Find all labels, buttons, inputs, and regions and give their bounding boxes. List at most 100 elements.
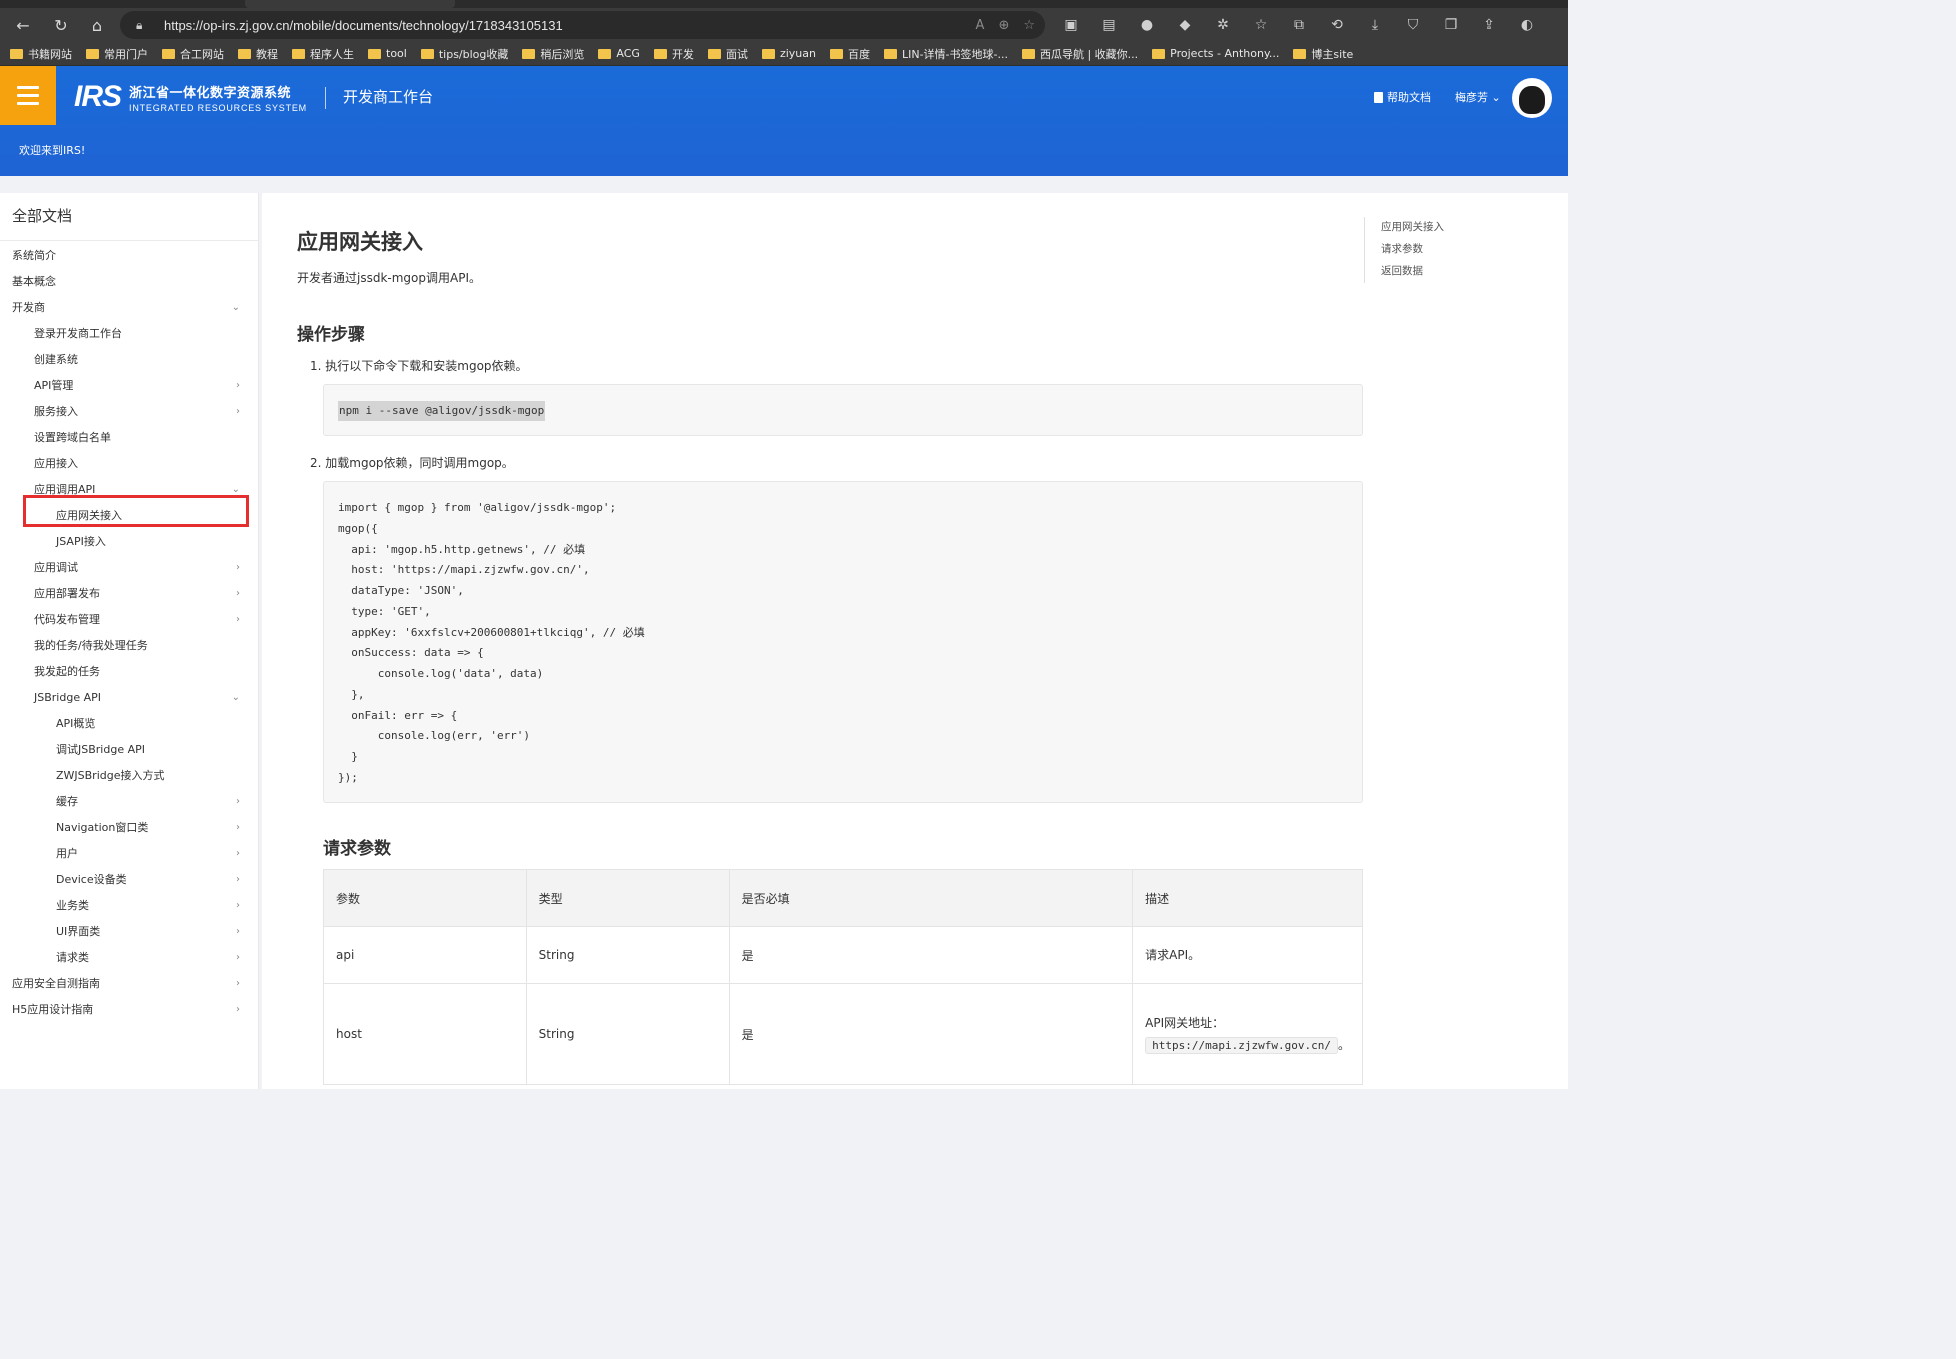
user-name: 梅彦芳 <box>1455 91 1488 104</box>
refresh-icon[interactable]: ↻ <box>46 10 76 40</box>
bookmark-item[interactable]: 稍后浏览 <box>522 46 584 62</box>
share-icon[interactable]: ⇪ <box>1476 17 1502 33</box>
code-line: } <box>338 750 358 763</box>
usage-code-block[interactable]: import { mgop } from '@aligov/jssdk-mgop… <box>323 481 1363 803</box>
sidebar-item[interactable]: 调试JSBridge API <box>0 737 258 763</box>
sidebar-item-label: 开发商 <box>12 301 45 314</box>
read-aloud-icon[interactable]: A <box>976 18 985 33</box>
welcome-text: 欢迎来到IRS! <box>19 144 86 157</box>
download-icon[interactable]: ⤓ <box>1362 17 1388 33</box>
sidebar-item[interactable]: 应用部署发布 › <box>0 581 258 607</box>
sidebar-item[interactable]: 服务接入 › <box>0 399 258 425</box>
bookmark-label: 百度 <box>847 47 870 61</box>
back-icon[interactable]: ← <box>8 10 38 40</box>
hamburger-menu-button[interactable] <box>0 66 56 125</box>
toc-link[interactable]: 应用网关接入 <box>1381 217 1544 239</box>
help-docs-label: 帮助文档 <box>1387 91 1431 104</box>
bookmark-item[interactable]: 常用门户 <box>86 46 148 62</box>
folder-icon <box>86 48 99 59</box>
bookmark-item[interactable]: 百度 <box>829 46 870 62</box>
bookmark-item[interactable]: 合工网站 <box>162 46 224 62</box>
sidebar-item[interactable]: API管理 › <box>0 373 258 399</box>
type-cell: String <box>525 926 730 984</box>
sidebar-item[interactable]: 系统简介 <box>0 243 258 269</box>
url-text[interactable]: https://op-irs.zj.gov.cn/mobile/document… <box>164 18 563 33</box>
help-docs-link[interactable]: 帮助文档 <box>1374 89 1431 105</box>
avatar[interactable] <box>1512 78 1552 118</box>
sidebar-item[interactable]: 设置跨域白名单 <box>0 425 258 451</box>
lock-icon: 🔒︎ <box>136 17 143 32</box>
bookmark-item[interactable]: 程序人生 <box>292 46 354 62</box>
sidebar-item[interactable]: 业务类 › <box>0 893 258 919</box>
sidebar-item[interactable]: ZWJSBridge接入方式 <box>0 763 258 789</box>
bookmark-item[interactable]: 教程 <box>238 46 278 62</box>
bookmark-item[interactable]: LIN-详情-书签地球-... <box>883 46 1008 62</box>
sidebar-item[interactable]: H5应用设计指南 › <box>0 997 258 1023</box>
browser-active-tab[interactable] <box>245 0 455 8</box>
extension-icon[interactable]: ▣ <box>1058 17 1084 33</box>
sidebar-item[interactable]: 应用调试 › <box>0 555 258 581</box>
sidebar: 全部文档 系统简介 基本概念 开发商 ⌄ 登录开发商工作台 创建系统 API管理 › 服务接入 ›… <box>0 193 259 1089</box>
bookmark-item[interactable]: 开发 <box>653 46 694 62</box>
sidebar-item[interactable]: 我发起的任务 <box>0 659 258 685</box>
favorite-star-icon[interactable]: ☆ <box>1023 18 1035 33</box>
bookmark-item[interactable]: tips/blog收藏 <box>420 46 508 62</box>
bookmark-item[interactable]: 西瓜导航 | 收藏你... <box>1021 46 1138 62</box>
home-icon[interactable]: ⌂ <box>82 10 112 40</box>
sidebar-item[interactable]: 请求类 › <box>0 945 258 971</box>
sidebar-item[interactable]: 创建系统 <box>0 347 258 373</box>
irs-logo[interactable]: IRS 浙江省一体化数字资源系统 INTEGRATED RESOURCES SY… <box>74 80 307 114</box>
install-command[interactable]: npm i --save @aligov/jssdk-mgop <box>338 401 546 421</box>
sidebar-item[interactable]: 用户 › <box>0 841 258 867</box>
bookmark-item[interactable]: Projects - Anthony... <box>1152 47 1279 60</box>
user-menu[interactable]: 梅彦芳 ⌄ <box>1455 89 1501 105</box>
sidebar-item[interactable]: 缓存 › <box>0 789 258 815</box>
sidebar-item[interactable]: JSBridge API ⌄ <box>0 685 258 711</box>
param-cell: api <box>323 926 527 984</box>
desc-cell: 请求API。 <box>1132 926 1363 984</box>
sidebar-item[interactable]: 代码发布管理 › <box>0 607 258 633</box>
folder-icon <box>707 48 721 59</box>
table-header-type: 类型 <box>525 869 730 927</box>
sidebar-item[interactable]: 登录开发商工作台 <box>0 321 258 347</box>
extension-jh-icon[interactable]: ▤ <box>1096 17 1122 33</box>
app-header: IRS 浙江省一体化数字资源系统 INTEGRATED RESOURCES SY… <box>0 66 1568 176</box>
bookmark-item[interactable]: 书籍网站 <box>10 46 72 62</box>
sidebar-item-label: ZWJSBridge接入方式 <box>56 769 165 782</box>
bookmark-item[interactable]: tool <box>368 47 407 60</box>
sidebar-item-label: JSAPI接入 <box>56 535 106 548</box>
table-of-contents: 应用网关接入 请求参数 返回数据 <box>1364 217 1544 283</box>
history-icon[interactable]: ⟲ <box>1324 17 1350 33</box>
extension-rocket-icon[interactable]: ● <box>1134 17 1160 33</box>
shield-icon[interactable]: ⛉ <box>1400 17 1426 33</box>
zoom-icon[interactable]: ⊕ <box>998 18 1009 33</box>
toc-link[interactable]: 请求参数 <box>1381 239 1544 261</box>
sidebar-item[interactable]: API概览 <box>0 711 258 737</box>
bookmark-item[interactable]: ziyuan <box>761 47 816 60</box>
install-code-block[interactable]: npm i --save @aligov/jssdk-mgop <box>323 384 1363 436</box>
toc-link[interactable]: 返回数据 <box>1381 261 1544 283</box>
sidebar-item[interactable]: 基本概念 <box>0 269 258 295</box>
collections-icon[interactable]: ⧉ <box>1286 17 1312 33</box>
tabs-icon[interactable]: ❐ <box>1438 17 1464 33</box>
sidebar-item[interactable]: Navigation窗口类 › <box>0 815 258 841</box>
sidebar-item[interactable]: Device设备类 › <box>0 867 258 893</box>
bookmark-item[interactable]: 博主site <box>1293 46 1353 62</box>
chevron-right-icon: › <box>236 848 240 859</box>
sidebar-item[interactable]: 应用安全自测指南 › <box>0 971 258 997</box>
sidebar-item[interactable]: 开发商 ⌄ <box>0 295 258 321</box>
extensions-puzzle-icon[interactable]: ✲ <box>1210 17 1236 33</box>
bookmark-item[interactable]: ACG <box>598 47 640 60</box>
sidebar-item[interactable]: 我的任务/待我处理任务 <box>0 633 258 659</box>
system-name-en: INTEGRATED RESOURCES SYSTEM <box>129 102 307 113</box>
extension-badge-icon[interactable]: ◆ <box>1172 17 1198 33</box>
sidebar-item[interactable]: JSAPI接入 <box>0 529 258 555</box>
bookmark-label: 书籍网站 <box>28 47 72 61</box>
required-cell: 是 <box>728 926 1134 984</box>
profile-icon[interactable]: ◐ <box>1514 17 1540 33</box>
bookmark-item[interactable]: 面试 <box>707 46 748 62</box>
sidebar-item[interactable]: UI界面类 › <box>0 919 258 945</box>
favorites-icon[interactable]: ☆ <box>1248 17 1274 33</box>
sidebar-item[interactable]: 应用接入 <box>0 451 258 477</box>
address-bar[interactable]: 🔒︎ https://op-irs.zj.gov.cn/mobile/docum… <box>120 11 1045 39</box>
